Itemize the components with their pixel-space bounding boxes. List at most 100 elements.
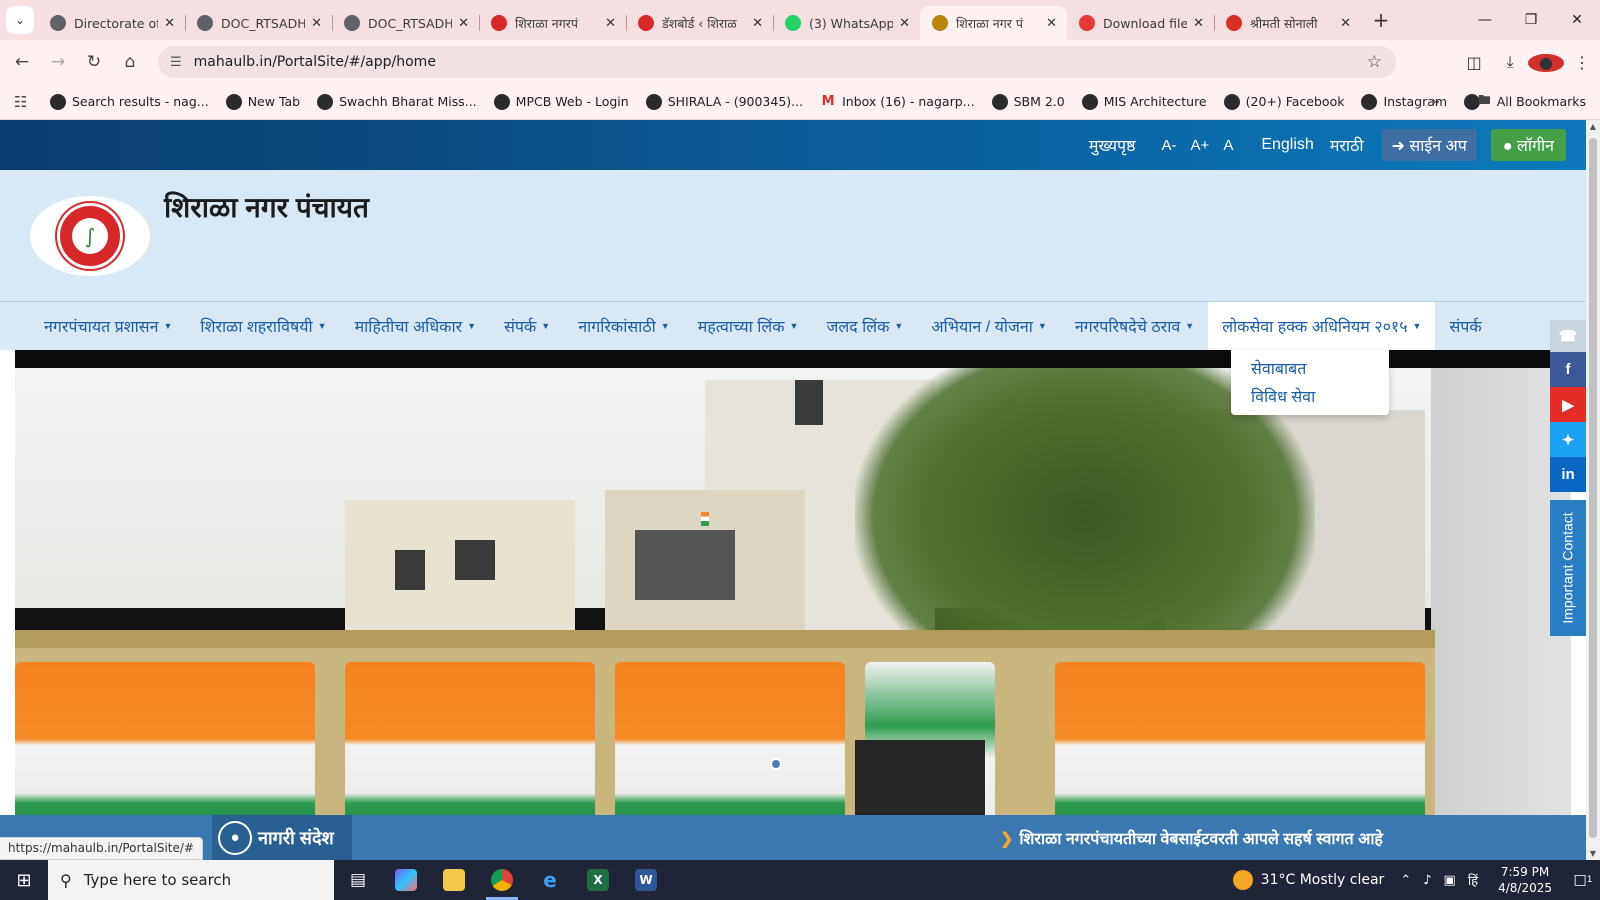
site-logo[interactable]: ∫ xyxy=(30,196,150,276)
bookmark-item[interactable]: New Tab xyxy=(225,93,300,110)
tab-close-icon[interactable]: ✕ xyxy=(605,16,616,31)
chrome-icon[interactable] xyxy=(478,860,526,900)
ticker-message[interactable]: ❯ शिराळा नगरपंचायतीच्या वेबसाईटवरती आपले … xyxy=(1000,827,1383,849)
bookmark-item[interactable]: MIS Architecture xyxy=(1081,93,1207,110)
weather-widget[interactable]: 31°C Mostly clear xyxy=(1232,870,1384,890)
twitter-icon[interactable]: ✦ xyxy=(1550,422,1586,457)
browser-tab[interactable]: Download file ✕ xyxy=(1067,6,1214,40)
nav-item[interactable]: नगरपरिषदेचे ठराव ▼ xyxy=(1061,302,1208,351)
page-scrollbar[interactable]: ▲ ▼ xyxy=(1586,120,1600,860)
tab-close-icon[interactable]: ✕ xyxy=(752,16,763,31)
tab-close-icon[interactable]: ✕ xyxy=(458,16,469,31)
home-button[interactable]: ⌂ xyxy=(112,52,148,72)
login-button[interactable]: ● लॉगीन xyxy=(1490,129,1566,161)
clock[interactable]: 7:59 PM 4/8/2025 xyxy=(1498,864,1552,896)
browser-tab[interactable]: Directorate of ✕ xyxy=(38,6,185,40)
scroll-up-icon[interactable]: ▲ xyxy=(1586,122,1600,131)
marathi-language-link[interactable]: मराठी xyxy=(1330,134,1364,156)
tab-close-icon[interactable]: ✕ xyxy=(1340,16,1351,31)
tab-close-icon[interactable]: ✕ xyxy=(1046,16,1057,31)
reload-button[interactable]: ↻ xyxy=(76,52,112,72)
facebook-icon[interactable]: f xyxy=(1550,352,1586,387)
nav-item[interactable]: माहितीचा अधिकार ▼ xyxy=(341,302,490,351)
dropdown-item-service-info[interactable]: सेवाबाबत xyxy=(1251,356,1369,384)
nav-item-label: नगरपरिषदेचे ठराव xyxy=(1074,319,1181,336)
forward-button[interactable]: → xyxy=(40,52,76,72)
bookmark-list: Search results - nag... New Tab Swachh Bha… xyxy=(50,93,1503,110)
more-bookmarks-icon[interactable]: » xyxy=(1431,94,1440,110)
nav-item[interactable]: संपर्क xyxy=(1435,302,1495,351)
browser-tab[interactable]: शिराळा नगर पं ✕ xyxy=(920,6,1067,40)
chevron-up-icon[interactable]: ⌃ xyxy=(1400,873,1411,888)
word-icon[interactable]: W xyxy=(622,860,670,900)
nav-item[interactable]: नागरिकांसाठी ▼ xyxy=(564,302,683,351)
address-bar[interactable]: ☰ mahaulb.in/PortalSite/#/app/home ☆ xyxy=(158,46,1396,78)
tab-close-icon[interactable]: ✕ xyxy=(899,16,910,31)
apps-grid-icon[interactable]: ☷ xyxy=(14,93,40,111)
notification-icon[interactable]: □ 1 xyxy=(1566,860,1600,900)
download-icon[interactable]: ⤓ xyxy=(1492,52,1528,72)
internet-explorer-icon[interactable]: e xyxy=(526,860,574,900)
bookmark-item[interactable]: Search results - nag... xyxy=(50,93,209,110)
extensions-icon[interactable]: ◫ xyxy=(1456,53,1492,72)
carousel-indicator[interactable] xyxy=(770,758,782,770)
volume-icon[interactable]: ♪ xyxy=(1423,873,1431,888)
english-language-link[interactable]: English xyxy=(1261,136,1313,154)
important-contact-tab[interactable]: Important Contact xyxy=(1550,500,1586,636)
restore-button[interactable]: ❐ xyxy=(1508,0,1554,40)
taskbar-search-box[interactable]: ⚲ Type here to search xyxy=(48,860,334,900)
windows-start-icon[interactable]: ⊞ xyxy=(0,860,48,900)
copilot-icon[interactable] xyxy=(382,860,430,900)
profile-avatar[interactable]: ● xyxy=(1528,53,1564,72)
browser-tab[interactable]: डॅशबोर्ड ‹ शिराळ ✕ xyxy=(626,6,773,40)
browser-tab[interactable]: शिराळा नगरपं ✕ xyxy=(479,6,626,40)
browser-tab[interactable]: DOC_RTSADHI ✕ xyxy=(332,6,479,40)
linkedin-icon[interactable]: in xyxy=(1550,457,1586,492)
nav-item[interactable]: शिराळा शहराविषयी ▼ xyxy=(186,302,340,351)
caret-down-icon: ▼ xyxy=(541,321,551,331)
tab-close-icon[interactable]: ✕ xyxy=(164,16,175,31)
bookmark-item[interactable]: (20+) Facebook xyxy=(1223,93,1344,110)
tab-close-icon[interactable]: ✕ xyxy=(311,16,322,31)
menu-kebab-icon[interactable]: ⋮ xyxy=(1564,53,1600,72)
minimize-button[interactable]: — xyxy=(1462,0,1508,40)
news-ticker: ● नागरी संदेश ❯ शिराळा नगरपंचायतीच्या वेब… xyxy=(0,815,1586,860)
bookmark-item[interactable]: SBM 2.0 xyxy=(991,93,1065,110)
language-indicator[interactable]: हिं xyxy=(1468,871,1478,889)
task-view-icon[interactable]: ▤ xyxy=(334,860,382,900)
file-explorer-icon[interactable] xyxy=(430,860,478,900)
bookmark-item[interactable]: Swachh Bharat Miss... xyxy=(317,93,477,110)
nav-item[interactable]: लोकसेवा हक्क अधिनियम २०१५ ▼ xyxy=(1208,301,1436,351)
browser-tab[interactable]: (3) WhatsApp ✕ xyxy=(773,6,920,40)
youtube-icon[interactable]: ▶ xyxy=(1550,387,1586,422)
network-icon[interactable]: ▣ xyxy=(1444,873,1456,888)
nav-item[interactable]: जलद लिंक ▼ xyxy=(812,302,917,351)
home-link[interactable]: मुख्यपृष्ठ xyxy=(1089,134,1136,156)
nav-item[interactable]: अभियान / योजना ▼ xyxy=(917,302,1061,351)
browser-tab[interactable]: DOC_RTSADHI ✕ xyxy=(185,6,332,40)
window-close-button[interactable]: ✕ xyxy=(1554,0,1600,40)
all-bookmarks-button[interactable]: 🖿 All Bookmarks xyxy=(1478,91,1586,112)
back-button[interactable]: ← xyxy=(4,52,40,72)
phone-icon[interactable]: ☎ xyxy=(1550,320,1586,352)
font-decrease-link[interactable]: A- xyxy=(1162,137,1177,154)
new-tab-button[interactable]: + xyxy=(1367,8,1395,32)
signup-button[interactable]: ➜ साईन अप xyxy=(1381,129,1477,161)
font-reset-link[interactable]: A xyxy=(1223,137,1233,154)
dropdown-item-various-services[interactable]: विविध सेवा xyxy=(1251,384,1369,412)
tab-search-button[interactable]: ⌄ xyxy=(6,6,34,34)
nav-item[interactable]: नगरपंचायत प्रशासन ▼ xyxy=(30,302,186,351)
nav-item[interactable]: महत्वाच्या लिंक ▼ xyxy=(684,302,813,351)
font-increase-link[interactable]: A+ xyxy=(1191,137,1210,154)
bookmark-item[interactable]: SHIRALA - (900345)... xyxy=(645,93,803,110)
bookmark-item[interactable]: MPCB Web - Login xyxy=(493,93,629,110)
site-info-icon[interactable]: ☰ xyxy=(170,55,182,70)
nav-item[interactable]: संपर्क ▼ xyxy=(490,302,564,351)
bookmark-item[interactable]: M Inbox (16) - nagarp... xyxy=(820,94,975,110)
bookmark-star-icon[interactable]: ☆ xyxy=(1367,52,1382,72)
browser-tab[interactable]: श्रीमती सोनाली ✕ xyxy=(1214,6,1361,40)
scrollbar-thumb[interactable] xyxy=(1589,138,1597,838)
tab-close-icon[interactable]: ✕ xyxy=(1193,16,1204,31)
excel-icon[interactable]: X xyxy=(574,860,622,900)
scroll-down-icon[interactable]: ▼ xyxy=(1586,849,1600,858)
